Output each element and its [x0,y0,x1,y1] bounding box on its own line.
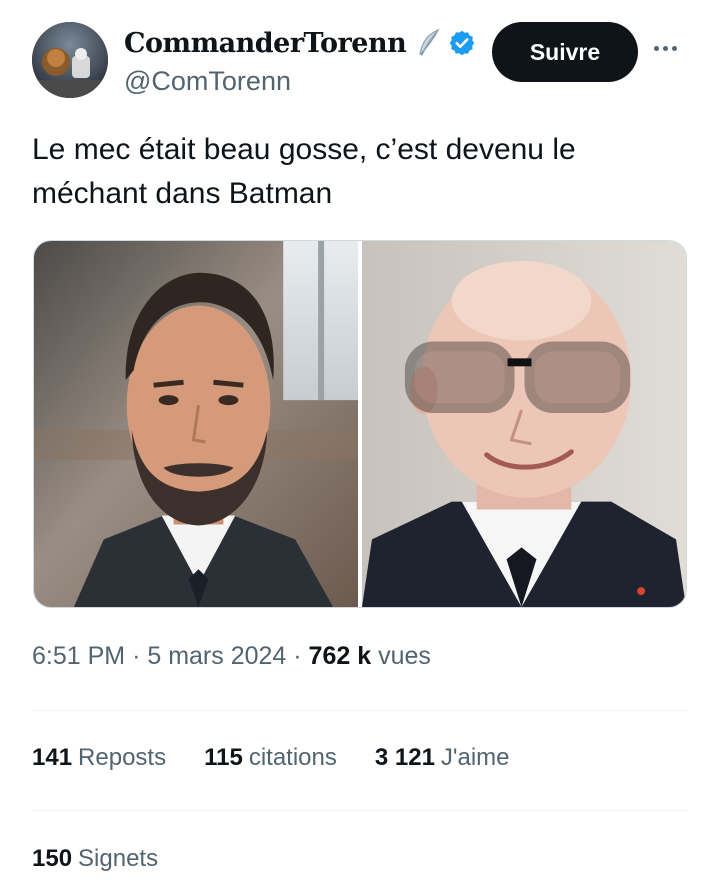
reposts-label: Reposts [78,744,167,771]
tweet-text: Le mec était beau gosse, c’est devenu le… [32,133,576,210]
bookmarks-stat[interactable]: 150 Signets [32,845,158,873]
tweet-detail: CommanderTorenn @ComTorenn Suivre Le mec… [0,0,720,887]
display-name[interactable]: CommanderTorenn [124,28,407,59]
media-photo-1[interactable] [34,241,358,607]
likes-stat[interactable]: 3 121 J'aime [375,744,510,772]
views-label: vues [378,642,431,670]
quotes-stat[interactable]: 115 citations [204,744,337,772]
tweet-time[interactable]: 6:51 PM [32,642,125,670]
divider [32,710,688,711]
divider [32,810,688,811]
quotes-count: 115 [204,744,243,771]
likes-count: 3 121 [374,744,435,771]
author-name-row[interactable]: CommanderTorenn [124,26,476,60]
media-grid [33,240,687,608]
author-handle[interactable]: @ComTorenn [124,66,291,97]
avatar[interactable] [32,22,108,98]
tweet-date[interactable]: 5 mars 2024 [147,642,286,670]
quotes-label: citations [248,744,337,771]
views-count: 762 k [308,642,372,670]
tweet-meta: 6:51 PM · 5 mars 2024 · 762 k vues [32,642,431,671]
reposts-count: 141 [32,744,73,771]
reposts-stat[interactable]: 141 Reposts [32,744,166,772]
more-horizontal-icon[interactable] [654,46,677,51]
photo-bald-man-glasses [362,241,686,607]
engagement-stats: 141 Reposts 115 citations 3 121 J'aime [32,744,548,772]
media-photo-2[interactable] [362,241,686,607]
feather-icon [419,28,441,56]
verified-badge-icon[interactable] [448,29,476,57]
meta-separator: · [293,642,302,670]
photo-bearded-man [34,241,358,607]
likes-label: J'aime [440,744,510,771]
meta-separator: · [132,642,141,670]
avatar-image [32,22,108,98]
follow-button[interactable]: Suivre [492,22,638,82]
bookmarks-label: Signets [78,845,159,872]
bookmarks-count: 150 [32,845,73,872]
